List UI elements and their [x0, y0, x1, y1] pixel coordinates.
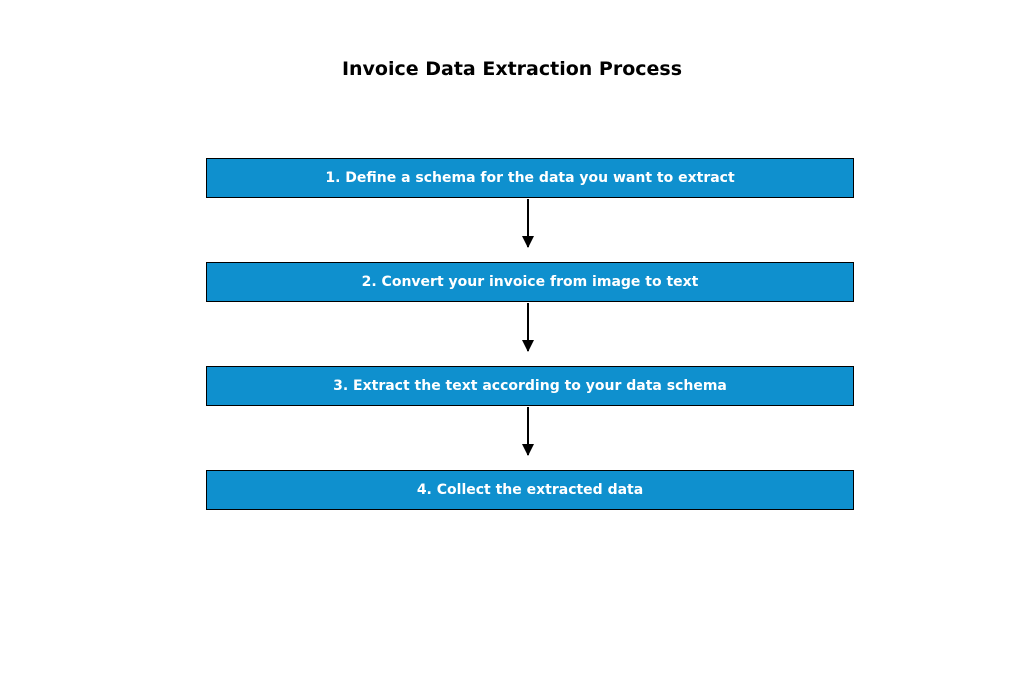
flow-node-label: 4. Collect the extracted data [417, 482, 643, 498]
flow-arrow-icon [527, 303, 529, 351]
flow-node-step1: 1. Define a schema for the data you want… [206, 158, 854, 198]
flow-node-step3: 3. Extract the text according to your da… [206, 366, 854, 406]
flow-node-label: 1. Define a schema for the data you want… [325, 170, 734, 186]
flow-node-label: 2. Convert your invoice from image to te… [362, 274, 699, 290]
flow-node-step4: 4. Collect the extracted data [206, 470, 854, 510]
flow-arrow-icon [527, 199, 529, 247]
flow-node-label: 3. Extract the text according to your da… [333, 378, 727, 394]
diagram-title: Invoice Data Extraction Process [0, 58, 1024, 80]
flow-arrow-icon [527, 407, 529, 455]
diagram-canvas: Invoice Data Extraction Process 1. Defin… [0, 0, 1024, 683]
flow-node-step2: 2. Convert your invoice from image to te… [206, 262, 854, 302]
